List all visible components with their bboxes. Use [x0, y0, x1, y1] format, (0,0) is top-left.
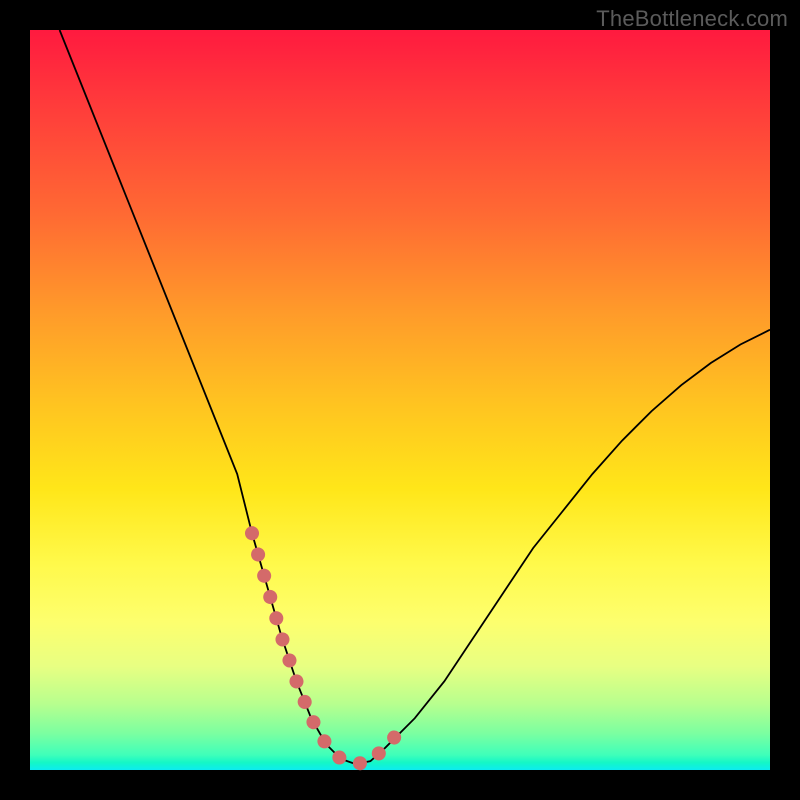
chart-frame: TheBottleneck.com: [0, 0, 800, 800]
plot-area: [30, 30, 770, 770]
series-bottleneck-curve: [60, 30, 770, 764]
watermark-text: TheBottleneck.com: [596, 6, 788, 32]
series-highlight-segment: [252, 533, 404, 764]
chart-svg: [30, 30, 770, 770]
